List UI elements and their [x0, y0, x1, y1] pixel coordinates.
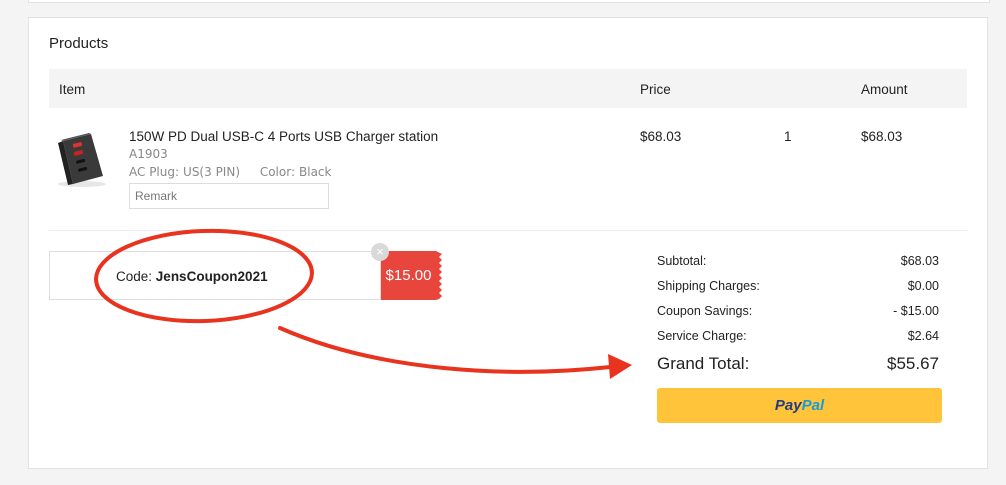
paypal-logo-pay: Pay	[774, 397, 802, 414]
plug-label: AC Plug:	[129, 165, 180, 179]
product-sku: A1903	[129, 147, 168, 161]
column-header-amount: Amount	[861, 82, 908, 97]
product-amount: $68.03	[861, 129, 903, 144]
product-attributes: AC Plug: US(3 PIN) Color: Black	[129, 165, 347, 179]
summary-coupon-row: Coupon Savings: - $15.00	[657, 304, 939, 329]
product-name: 150W PD Dual USB-C 4 Ports USB Charger s…	[129, 129, 439, 144]
column-header-price: Price	[640, 82, 671, 97]
shipping-value: $0.00	[907, 279, 939, 293]
color-value: Black	[299, 165, 332, 179]
product-price: $68.03	[640, 129, 682, 144]
order-summary: Subtotal: $68.03 Shipping Charges: $0.00…	[657, 254, 939, 390]
shipping-label: Shipping Charges:	[657, 279, 760, 293]
coupon-remove-icon[interactable]: ×	[371, 243, 389, 261]
column-header-item: Item	[59, 82, 86, 97]
paypal-button[interactable]: PayPal	[657, 388, 942, 423]
table-header: Item Price Amount	[49, 69, 967, 108]
plug-attribute: AC Plug: US(3 PIN)	[129, 165, 240, 179]
service-charge-value: $2.64	[907, 329, 939, 343]
service-charge-label: Service Charge:	[657, 329, 747, 343]
color-label: Color:	[259, 165, 295, 179]
paypal-logo-pal: Pal	[801, 397, 825, 414]
coupon-value-badge: $15.00	[381, 251, 436, 300]
coupon-code: JensCoupon2021	[155, 269, 268, 284]
summary-service-row: Service Charge: $2.64	[657, 329, 939, 354]
coupon-savings-label: Coupon Savings:	[657, 304, 753, 318]
summary-shipping-row: Shipping Charges: $0.00	[657, 279, 939, 304]
summary-subtotal-row: Subtotal: $68.03	[657, 254, 939, 279]
section-title: Products	[49, 35, 109, 52]
color-attribute: Color: Black	[260, 165, 332, 179]
coupon-savings-value: - $15.00	[893, 304, 939, 318]
coupon-box: Code: JensCoupon2021	[49, 251, 381, 300]
product-quantity: 1	[784, 129, 792, 144]
divider	[49, 230, 967, 231]
plug-value: US(3 PIN)	[183, 165, 240, 179]
previous-card-edge	[28, 0, 990, 3]
coupon-zigzag-edge	[436, 251, 442, 300]
grand-total-value: $55.67	[887, 354, 939, 373]
coupon-code-text: Code: JensCoupon2021	[116, 269, 268, 284]
remark-input[interactable]	[129, 183, 329, 209]
coupon-code-label: Code:	[116, 269, 153, 284]
product-image	[49, 128, 111, 190]
grand-total-row: Grand Total: $55.67	[657, 354, 939, 390]
subtotal-value: $68.03	[900, 254, 939, 268]
subtotal-label: Subtotal:	[657, 254, 707, 268]
products-card: Products Item Price Amount 150W PD Dual …	[28, 17, 988, 469]
grand-total-label: Grand Total:	[657, 354, 750, 373]
